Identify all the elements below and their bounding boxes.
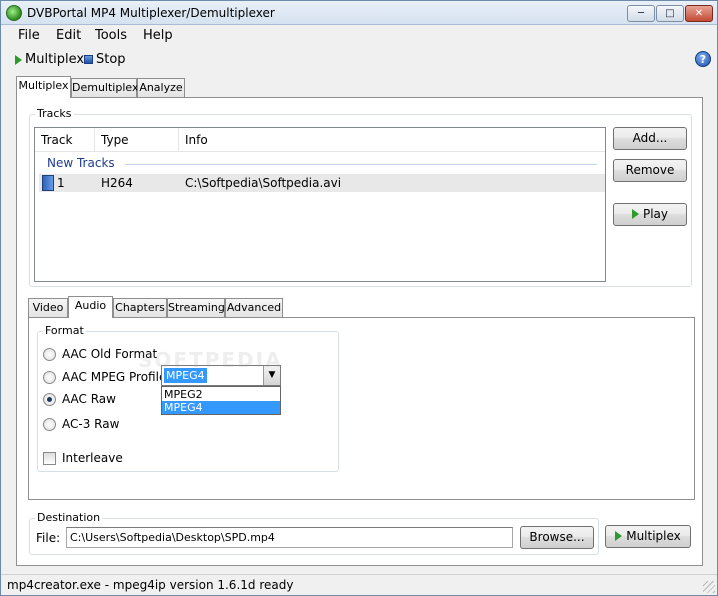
play-icon [15, 54, 22, 65]
dropdown-option-mpeg4[interactable]: MPEG4 [162, 401, 280, 414]
table-row[interactable]: 1 H264 C:\Softpedia\Softpedia.avi [39, 174, 605, 192]
toolbar-multiplex-label: Multiplex [25, 52, 85, 67]
help-icon[interactable]: ? [695, 51, 711, 67]
tab-streaming[interactable]: Streaming [167, 298, 225, 318]
menu-file[interactable]: File [18, 28, 40, 43]
close-button[interactable]: ✕ [685, 5, 713, 22]
menu-help[interactable]: Help [143, 28, 173, 43]
radio-ac3-raw[interactable] [43, 418, 56, 431]
interleave-checkbox[interactable] [43, 452, 56, 465]
row-info: C:\Softpedia\Softpedia.avi [185, 176, 342, 190]
destination-group: Destination File: C:\Users\Softpedia\Des… [29, 511, 599, 555]
status-text: mp4creator.exe - mpeg4ip version 1.6.1d … [7, 578, 294, 592]
play-button[interactable]: Play [613, 203, 687, 226]
mpeg-profile-dropdown: MPEG2 MPEG4 [161, 386, 281, 415]
tab-analyze[interactable]: Analyze [137, 78, 185, 98]
title-bar[interactable]: DVBPortal MP4 Multiplexer/Demultiplexer … [1, 1, 717, 25]
file-label: File: [36, 531, 61, 545]
column-type[interactable]: Type [95, 128, 179, 152]
toolbar: Multiplex Stop [1, 48, 717, 72]
add-button[interactable]: Add... [613, 127, 687, 150]
interleave-label: Interleave [62, 451, 123, 465]
label-aac-raw: AAC Raw [62, 392, 116, 406]
label-ac3-raw: AC-3 Raw [62, 417, 120, 431]
radio-aac-mpeg-profile[interactable] [43, 371, 56, 384]
status-bar: mp4creator.exe - mpeg4ip version 1.6.1d … [1, 574, 717, 595]
label-aac-mpeg-profile: AAC MPEG Profile [62, 370, 167, 384]
multiplex-button[interactable]: Multiplex [605, 525, 691, 548]
multiplex-button-label: Multiplex [626, 529, 681, 543]
tab-audio[interactable]: Audio [68, 296, 113, 318]
maximize-button[interactable]: □ [656, 5, 684, 22]
tracks-group: Tracks Track Type Info New Tracks 1 H264… [29, 107, 692, 287]
toolbar-stop-label: Stop [96, 52, 126, 67]
menu-tools[interactable]: Tools [95, 28, 127, 43]
video-track-icon [42, 175, 54, 191]
tab-video[interactable]: Video [28, 298, 68, 318]
window-title: DVBPortal MP4 Multiplexer/Demultiplexer [27, 6, 275, 20]
destination-group-title: Destination [35, 511, 103, 524]
radio-aac-raw[interactable] [43, 393, 56, 406]
app-logo-icon [6, 5, 22, 21]
play-icon [631, 209, 639, 219]
format-group-title: Format [43, 324, 86, 337]
radio-aac-old-format[interactable] [43, 348, 56, 361]
browse-button[interactable]: Browse... [520, 526, 594, 549]
tracks-list-header: Track Type Info [35, 128, 605, 152]
dropdown-option-mpeg2[interactable]: MPEG2 [162, 388, 280, 401]
tracks-group-title: Tracks [35, 107, 74, 120]
app-window: DVBPortal MP4 Multiplexer/Demultiplexer … [0, 0, 718, 596]
file-path-input[interactable]: C:\Users\Softpedia\Desktop\SPD.mp4 [66, 527, 513, 548]
menu-bar: File Edit Tools Help [1, 25, 717, 46]
softpedia-watermark: SOFTPEDIA [138, 348, 283, 372]
tab-multiplex[interactable]: Multiplex [16, 76, 71, 98]
resize-grip-icon[interactable] [703, 581, 715, 593]
tab-advanced[interactable]: Advanced [225, 298, 283, 318]
row-track: 1 [57, 176, 65, 190]
play-button-label: Play [642, 207, 669, 221]
group-header-divider [125, 164, 597, 165]
multiplex-panel: Tracks Track Type Info New Tracks 1 H264… [16, 97, 703, 566]
tracks-list[interactable]: Track Type Info New Tracks 1 H264 C:\Sof… [34, 127, 606, 282]
play-icon [615, 531, 623, 541]
menu-edit[interactable]: Edit [56, 28, 81, 43]
row-type: H264 [101, 176, 133, 190]
audio-panel: Format AAC Old Format AAC MPEG Profile A… [28, 317, 695, 500]
tab-demultiplex[interactable]: Demultiplex [71, 78, 138, 98]
column-track[interactable]: Track [35, 128, 95, 152]
remove-button[interactable]: Remove [613, 159, 687, 182]
minimize-button[interactable]: ─ [627, 5, 655, 22]
group-header-new-tracks[interactable]: New Tracks [47, 156, 115, 170]
tab-chapters[interactable]: Chapters [113, 298, 167, 318]
stop-icon [84, 55, 93, 64]
toolbar-multiplex-button[interactable]: Multiplex [15, 52, 84, 67]
toolbar-stop-button[interactable]: Stop [84, 52, 126, 67]
column-info[interactable]: Info [179, 128, 605, 152]
